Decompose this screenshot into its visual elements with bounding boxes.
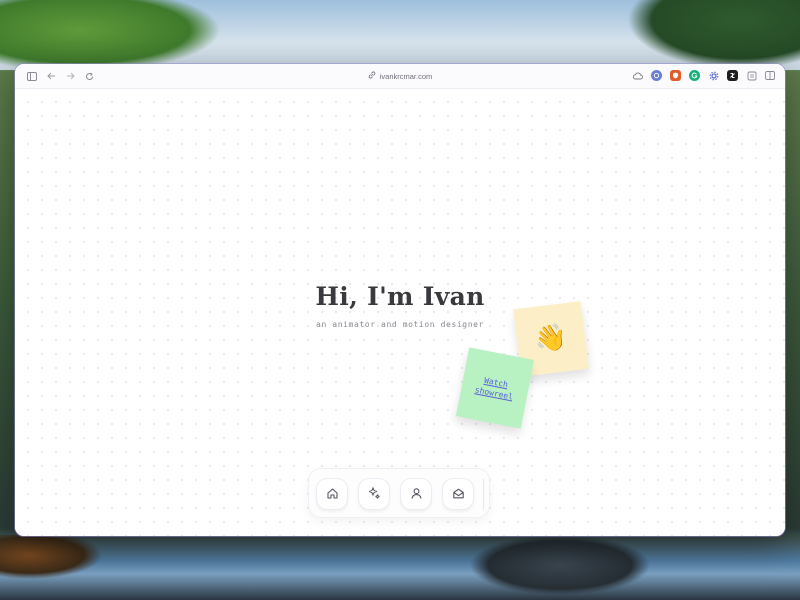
- settings-gear-icon[interactable]: [708, 70, 719, 81]
- address-bar[interactable]: ivankrcmar.com: [345, 68, 455, 84]
- mail-icon: [452, 485, 465, 504]
- page-subtitle: an animator and motion designer: [316, 320, 484, 329]
- sparkle-icon: [367, 485, 381, 504]
- back-arrow-icon[interactable]: [44, 69, 58, 83]
- reload-icon[interactable]: [82, 69, 96, 83]
- grammarly-icon[interactable]: [689, 70, 700, 81]
- forward-arrow-icon[interactable]: [63, 69, 77, 83]
- desktop-wallpaper-top: [0, 0, 800, 70]
- split-view-icon[interactable]: [764, 70, 775, 81]
- home-button[interactable]: [317, 479, 347, 509]
- reader-list-icon[interactable]: [746, 70, 757, 81]
- watch-showreel-link[interactable]: Watch showreel: [468, 372, 521, 403]
- link-icon: [368, 71, 376, 81]
- contact-button[interactable]: [443, 479, 473, 509]
- sticky-note-showreel[interactable]: Watch showreel: [455, 347, 535, 429]
- browser-window: ivankrcmar.com Hi, I'm Ivan an animator …: [15, 64, 785, 536]
- about-button[interactable]: [401, 479, 431, 509]
- bottom-dock: [309, 469, 489, 517]
- person-icon: [410, 485, 423, 504]
- dock-divider: [483, 479, 484, 509]
- browser-toolbar: ivankrcmar.com: [15, 64, 785, 89]
- waving-hand-icon: 👋: [533, 322, 569, 356]
- desktop-wallpaper-bottom: [0, 535, 800, 600]
- cloud-icon[interactable]: [632, 70, 643, 81]
- work-button[interactable]: [359, 479, 389, 509]
- extension-dark-icon[interactable]: [727, 70, 738, 81]
- sidebar-toggle-icon[interactable]: [25, 69, 39, 83]
- brave-shield-icon[interactable]: [670, 70, 681, 81]
- page-canvas: Hi, I'm Ivan an animator and motion desi…: [15, 89, 785, 536]
- url-text: ivankrcmar.com: [379, 71, 433, 81]
- home-icon: [326, 485, 339, 504]
- page-title: Hi, I'm Ivan: [315, 282, 485, 311]
- password-manager-icon[interactable]: [651, 70, 662, 81]
